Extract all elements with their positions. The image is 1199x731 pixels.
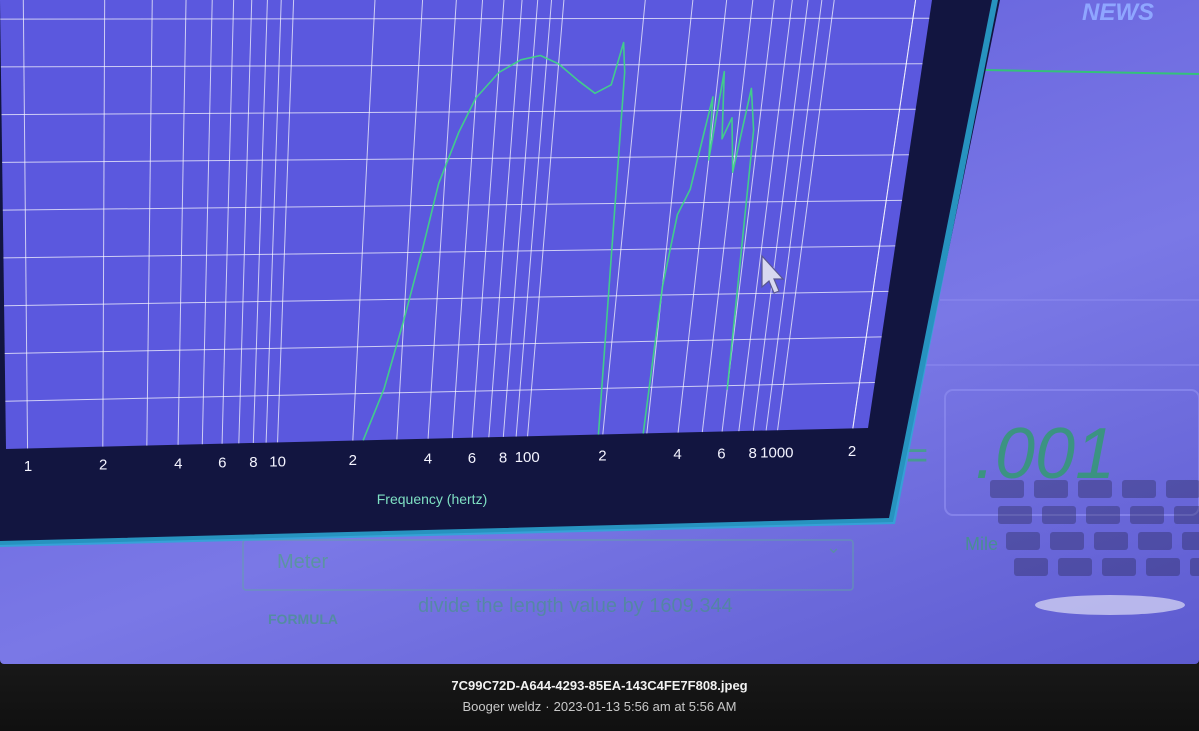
author-name[interactable]: Booger weldz (463, 699, 542, 714)
x-tick-label: 2 (99, 457, 107, 474)
key-reflection (1058, 558, 1092, 576)
screen-glare (1035, 595, 1185, 615)
x-tick-label: 1 (24, 458, 32, 475)
x-tick-label: 100 (515, 449, 540, 466)
monitor-photo: NEWS = .001 Mile Meter ⌄ FORMULA divide … (0, 0, 1199, 627)
x-tick-label: 6 (218, 454, 226, 471)
unit-from-select[interactable] (242, 539, 854, 591)
formula-text: divide the length value by 1609.344 (418, 595, 733, 617)
key-reflection (1006, 532, 1040, 550)
plot-area (0, 0, 932, 449)
x-tick-label: 8 (748, 445, 756, 462)
formula-label: FORMULA (268, 611, 338, 627)
key-reflection (1078, 480, 1112, 498)
key-reflection (1130, 506, 1164, 524)
photo-timestamp: 2023-01-13 5:56 am at 5:56 AM (553, 699, 737, 714)
file-name: 7C99C72D-A644-4293-85EA-143C4FE7F808.jpe… (451, 678, 748, 693)
key-reflection (1190, 558, 1199, 576)
news-label: NEWS (1082, 0, 1154, 26)
x-tick-label: 8 (499, 449, 507, 466)
key-reflection (1034, 480, 1068, 498)
key-reflection (1086, 506, 1120, 524)
converter-area: Meter ⌄ FORMULA divide the length value … (242, 537, 854, 627)
key-reflection (1174, 506, 1199, 524)
spectrum-window: 1 2 4 6 8 10 2 4 6 8 100 2 4 6 8 1000 2 Frequency (hertz… (0, 0, 1000, 547)
key-reflection (1042, 506, 1076, 524)
key-reflection (1182, 532, 1199, 550)
x-axis-label: Frequency (hertz) (377, 491, 487, 507)
x-tick-label: 4 (424, 451, 432, 468)
key-reflection (1102, 558, 1136, 576)
key-reflection (1094, 532, 1128, 550)
x-tick-label: 4 (673, 446, 681, 463)
unit-to-label: Mile (965, 534, 998, 554)
key-reflection (998, 506, 1032, 524)
key-reflection (1014, 558, 1048, 576)
chevron-down-icon: ⌄ (826, 537, 841, 557)
unit-from-label: Meter (277, 551, 328, 573)
key-reflection (990, 480, 1024, 498)
photo-caption: 7C99C72D-A644-4293-85EA-143C4FE7F808.jpe… (0, 664, 1199, 731)
x-tick-label: 6 (468, 450, 476, 467)
side-panel-divider (984, 69, 1199, 75)
keyboard-reflection (990, 480, 1199, 576)
x-tick-label: 10 (269, 453, 286, 470)
x-tick-label: 2 (598, 448, 606, 465)
key-reflection (1138, 532, 1172, 550)
key-reflection (1146, 558, 1180, 576)
x-tick-label: 6 (717, 445, 725, 462)
x-tick-label: 2 (848, 443, 856, 460)
x-tick-label: 1000 (760, 444, 793, 461)
x-tick-label: 2 (349, 452, 357, 469)
x-tick-label: 4 (174, 455, 182, 472)
meta-separator: · (545, 699, 550, 714)
photo-meta: Booger weldz · 2023-01-13 5:56 am at 5:56 … (0, 699, 1199, 714)
x-tick-label: 8 (249, 454, 257, 471)
photo-viewer-image: NEWS = .001 Mile Meter ⌄ FORMULA divide … (0, 0, 1199, 664)
key-reflection (1122, 480, 1156, 498)
key-reflection (1166, 480, 1199, 498)
key-reflection (1050, 532, 1084, 550)
